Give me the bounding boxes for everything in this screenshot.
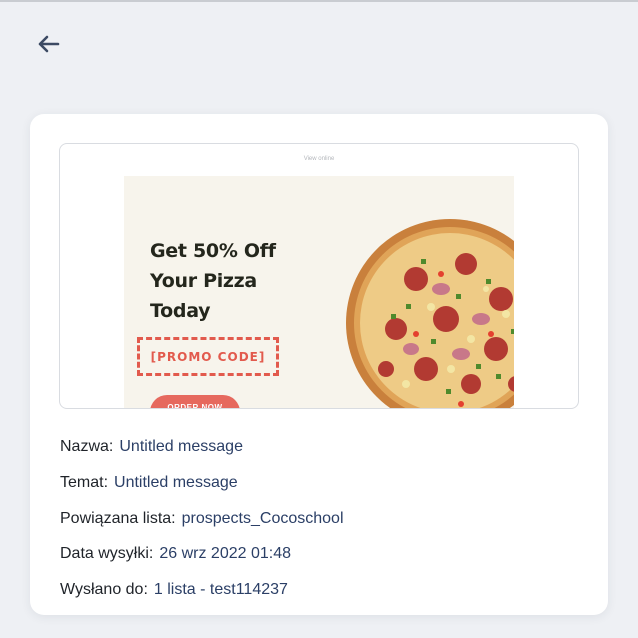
detail-row-list: Powiązana lista: prospects_Cocoschool [60, 510, 344, 528]
back-button[interactable] [34, 30, 64, 58]
arrow-left-icon [38, 35, 60, 53]
promo-code-box: [PROMO CODE] [137, 337, 279, 376]
detail-row-send-date: Data wysyłki: 26 wrz 2022 01:48 [60, 545, 291, 563]
detail-row-sent-to: Wysłano do: 1 lista - test114237 [60, 581, 288, 599]
detail-value: Untitled message [114, 474, 238, 491]
banner-headline: Get 50% Off Your Pizza Today [150, 236, 330, 326]
headline-line-3: Today [150, 300, 211, 322]
pizza-image [346, 219, 514, 408]
detail-label: Data wysyłki: [60, 545, 154, 562]
promo-banner: Get 50% Off Your Pizza Today [PROMO CODE… [124, 176, 514, 408]
detail-label: Temat: [60, 474, 109, 491]
detail-value: prospects_Cocoschool [181, 510, 344, 527]
view-online-link[interactable]: View online [60, 156, 578, 162]
detail-row-subject: Temat: Untitled message [60, 474, 238, 492]
detail-label: Wysłano do: [60, 581, 148, 598]
detail-value: 1 lista - test114237 [153, 581, 288, 598]
order-now-button: ORDER NOW [150, 395, 240, 408]
detail-value: 26 wrz 2022 01:48 [159, 545, 292, 562]
headline-line-1: Get 50% Off [150, 240, 276, 262]
top-divider [0, 0, 638, 2]
message-card: View online Get 50% Off Your Pizza Today… [30, 114, 608, 615]
headline-line-2: Your Pizza [150, 270, 257, 292]
detail-value: Untitled message [119, 438, 243, 455]
detail-label: Powiązana lista: [60, 510, 176, 527]
email-preview[interactable]: View online Get 50% Off Your Pizza Today… [59, 143, 579, 409]
detail-row-name: Nazwa: Untitled message [60, 438, 243, 456]
detail-label: Nazwa: [60, 438, 114, 455]
